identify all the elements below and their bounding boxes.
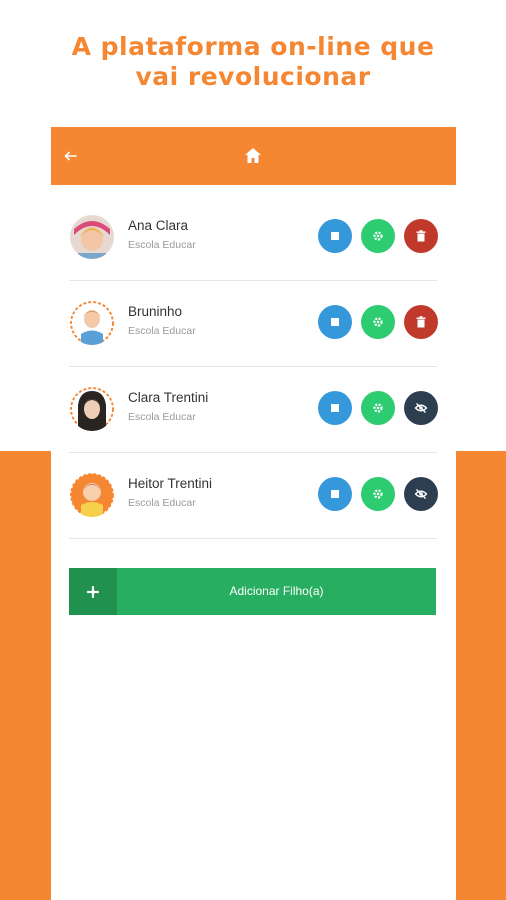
child-name: Ana Clara — [128, 218, 189, 233]
delete-button[interactable] — [404, 219, 438, 253]
settings-button[interactable] — [361, 391, 395, 425]
avatar — [70, 473, 114, 517]
list-item: Ana Clara Escola Educar — [69, 195, 438, 281]
gear-icon — [373, 317, 383, 327]
headline-line-1: A plataforma on-line que — [71, 32, 435, 61]
avatar — [70, 215, 114, 259]
add-child-label: Adicionar Filho(a) — [229, 584, 324, 598]
child-name: Bruninho — [128, 304, 183, 319]
stop-button[interactable] — [318, 219, 352, 253]
child-name: Heitor Trentini — [128, 476, 213, 491]
stop-icon — [331, 318, 339, 326]
stop-button[interactable] — [318, 391, 352, 425]
add-child-button[interactable]: Adicionar Filho(a) — [69, 568, 436, 615]
trash-icon — [416, 316, 426, 328]
settings-button[interactable] — [361, 219, 395, 253]
child-school: Escola Educar — [128, 239, 196, 251]
eye-slash-icon — [414, 403, 428, 413]
list-item: Clara Trentini Escola Educar — [69, 367, 438, 453]
gear-icon — [373, 403, 383, 413]
child-name: Clara Trentini — [128, 390, 209, 405]
home-icon[interactable] — [244, 147, 262, 164]
gear-icon — [373, 489, 383, 499]
stop-button[interactable] — [318, 305, 352, 339]
app-bar — [51, 127, 456, 185]
child-school: Escola Educar — [128, 497, 196, 509]
phone-screen: Ana Clara Escola Educar Bruninho Escola … — [51, 127, 456, 900]
gear-icon — [373, 231, 383, 241]
headline: A plataforma on-line que vai revoluciona… — [0, 32, 506, 92]
avatar — [70, 301, 114, 345]
headline-line-2: vai revolucionar — [135, 62, 371, 91]
stop-icon — [331, 490, 339, 498]
children-list: Ana Clara Escola Educar Bruninho Escola … — [69, 195, 438, 539]
child-school: Escola Educar — [128, 325, 196, 337]
settings-button[interactable] — [361, 477, 395, 511]
list-item: Bruninho Escola Educar — [69, 281, 438, 367]
list-item: Heitor Trentini Escola Educar — [69, 453, 438, 539]
arrow-left-icon[interactable] — [63, 149, 77, 163]
trash-icon — [416, 230, 426, 242]
settings-button[interactable] — [361, 305, 395, 339]
delete-button[interactable] — [404, 305, 438, 339]
eye-slash-icon — [414, 489, 428, 499]
stop-icon — [331, 404, 339, 412]
avatar — [70, 387, 114, 431]
hide-button[interactable] — [404, 391, 438, 425]
hide-button[interactable] — [404, 477, 438, 511]
child-school: Escola Educar — [128, 411, 196, 423]
stop-icon — [331, 232, 339, 240]
stop-button[interactable] — [318, 477, 352, 511]
plus-icon — [69, 568, 117, 615]
